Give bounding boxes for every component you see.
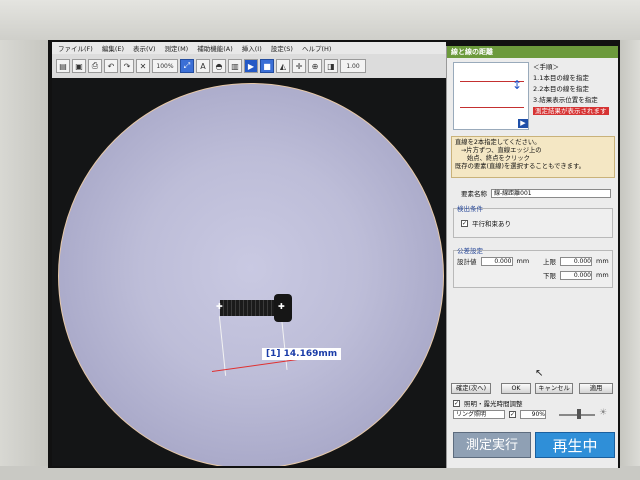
design-value-label: 設計値	[457, 258, 477, 266]
redo-icon[interactable]: ↷	[120, 59, 134, 73]
parallel-label: 平行和束あり	[472, 220, 511, 228]
apply-button[interactable]: 適用	[579, 383, 613, 394]
element-name-row: 要素名称 線-線距離001	[461, 188, 611, 198]
design-unit: mm	[516, 257, 530, 265]
light-adjust-row: ✓ 照明・露光時間調整	[453, 398, 523, 408]
zoom-select[interactable]: 100%	[152, 59, 178, 73]
monitor-bezel-bottom	[0, 466, 640, 480]
crosshair-marker-icon: ✚	[278, 302, 285, 311]
microscope-field	[58, 83, 444, 466]
contrast-icon[interactable]: ◨	[324, 59, 338, 73]
lower-row: 下限 0.000 mm	[543, 270, 609, 280]
cancel-button[interactable]: キャンセル	[535, 383, 573, 394]
upper-unit: mm	[596, 257, 609, 265]
side-panel: 線と線の距離 ↕ ▶ ＜手順＞ 1.1本目の線を指定 2.2本目の線を指定 3.…	[446, 46, 618, 468]
menu-insert[interactable]: 挿入(I)	[242, 43, 262, 53]
step-3: 3.結果表示位置を指定	[533, 96, 598, 104]
step-2: 2.2本目の線を指定	[533, 85, 589, 93]
hint-line-1: 直線を2本指定してください。	[455, 139, 541, 146]
mouse-cursor-icon: ↖	[535, 368, 544, 379]
light-controls-row: リング照明 ✓ 90%	[453, 410, 546, 419]
monitor-bezel-top	[0, 0, 640, 40]
menu-settings[interactable]: 設定(S)	[271, 43, 293, 53]
target-icon[interactable]: ⊕	[308, 59, 322, 73]
panel-title: 線と線の距離	[447, 46, 618, 58]
distance-arrow-icon: ↕	[512, 78, 523, 92]
hint-line-4: 既存の要素(直線)を選択することもできます。	[455, 163, 585, 170]
menu-file[interactable]: ファイル(F)	[58, 43, 93, 53]
light-checkbox[interactable]: ✓	[509, 411, 516, 418]
play-icon[interactable]: ▶	[244, 59, 258, 73]
edge-icon[interactable]: ◭	[276, 59, 290, 73]
crosshair-marker-icon: ✚	[216, 302, 223, 311]
ring-light-select[interactable]: リング照明	[453, 410, 505, 419]
element-name-input[interactable]: 線-線距離001	[491, 188, 611, 198]
design-value-input[interactable]: 0.000	[480, 256, 513, 266]
procedure-title: ＜手順＞	[533, 63, 559, 71]
play-step-icon[interactable]: ▶	[518, 119, 528, 128]
menubar: ファイル(F) 編集(E) 表示(V) 測定(M) 補助機能(A) 挿入(I) …	[52, 42, 446, 54]
stage-icon[interactable]: ◓	[212, 59, 226, 73]
procedure-steps: ＜手順＞ 1.1本目の線を指定 2.2本目の線を指定 3.結果表示位置を指定 測…	[533, 62, 617, 117]
upper-label: 上限	[543, 258, 556, 266]
measurement-label: [1] 14.169mm	[262, 348, 342, 360]
red-note: 測定結果が表示されます	[533, 107, 609, 115]
hint-box: 直線を2本指定してください。 →片方ずつ、直線エッジ上の 始点、終点をクリック …	[451, 136, 615, 178]
parallel-row: ✓ 平行和束あり	[461, 218, 511, 228]
step-1: 1.1本目の線を指定	[533, 74, 589, 82]
screw-thread	[220, 300, 276, 316]
menu-view[interactable]: 表示(V)	[133, 43, 156, 53]
delete-icon[interactable]: ✕	[136, 59, 150, 73]
crosshair-icon[interactable]: ✛	[292, 59, 306, 73]
second-line-icon	[460, 107, 524, 108]
light-percent[interactable]: 90%	[520, 410, 546, 419]
toolbar: ▤ ▣ ⎙ ↶ ↷ ✕ 100% ⤢ A ◓ ▥ ▶ ■ ◭ ✛ ⊕ ◨ 1.0…	[52, 54, 446, 78]
light-adjust-label: 照明・露光時間調整	[464, 400, 523, 408]
grid-icon[interactable]: ▥	[228, 59, 242, 73]
camera-viewport[interactable]: ✚ ✚ [1] 14.169mm	[52, 78, 446, 466]
menu-measure[interactable]: 測定(M)	[165, 43, 189, 53]
detect-condition-label: 検出条件	[457, 205, 483, 213]
stop-icon[interactable]: ■	[260, 59, 274, 73]
bulb-icon: ☀	[599, 408, 608, 418]
open-folder-icon[interactable]: ▤	[56, 59, 70, 73]
design-value-row: 設計値 0.000 mm	[457, 256, 529, 266]
confirm-next-button[interactable]: 確定(次へ)	[451, 383, 491, 394]
lower-label: 下限	[543, 272, 556, 280]
playing-button[interactable]: 再生中	[535, 432, 615, 458]
hint-line-3: 始点、終点をクリック	[467, 155, 530, 162]
menu-edit[interactable]: 編集(E)	[102, 43, 124, 53]
text-tool-icon[interactable]: A	[196, 59, 210, 73]
monitor-bezel-right	[620, 40, 640, 480]
menu-assist[interactable]: 補助機能(A)	[197, 43, 233, 53]
line-distance-diagram: ↕ ▶	[453, 62, 529, 130]
print-icon[interactable]: ⎙	[88, 59, 102, 73]
undo-icon[interactable]: ↶	[104, 59, 118, 73]
menu-help[interactable]: ヘルプ(H)	[302, 43, 331, 53]
save-icon[interactable]: ▣	[72, 59, 86, 73]
parallel-checkbox[interactable]: ✓	[461, 219, 468, 227]
monitor-bezel-left	[0, 40, 48, 480]
lower-unit: mm	[596, 271, 609, 279]
value-box[interactable]: 1.00	[340, 59, 366, 73]
light-slider-knob[interactable]	[577, 409, 581, 419]
ok-button[interactable]: OK	[501, 383, 531, 394]
upper-input[interactable]: 0.000	[560, 256, 592, 266]
element-name-label: 要素名称	[461, 190, 487, 198]
upper-row: 上限 0.000 mm	[543, 256, 609, 266]
hint-line-2: →片方ずつ、直線エッジ上の	[461, 147, 542, 154]
lower-input[interactable]: 0.000	[560, 270, 592, 280]
tolerance-label: 公差設定	[457, 247, 483, 255]
measure-run-button[interactable]: 測定実行	[453, 432, 531, 458]
light-adjust-checkbox[interactable]: ✓	[453, 399, 460, 407]
zoom-tool-icon[interactable]: ⤢	[180, 59, 194, 73]
screen: ファイル(F) 編集(E) 表示(V) 測定(M) 補助機能(A) 挿入(I) …	[48, 40, 620, 468]
